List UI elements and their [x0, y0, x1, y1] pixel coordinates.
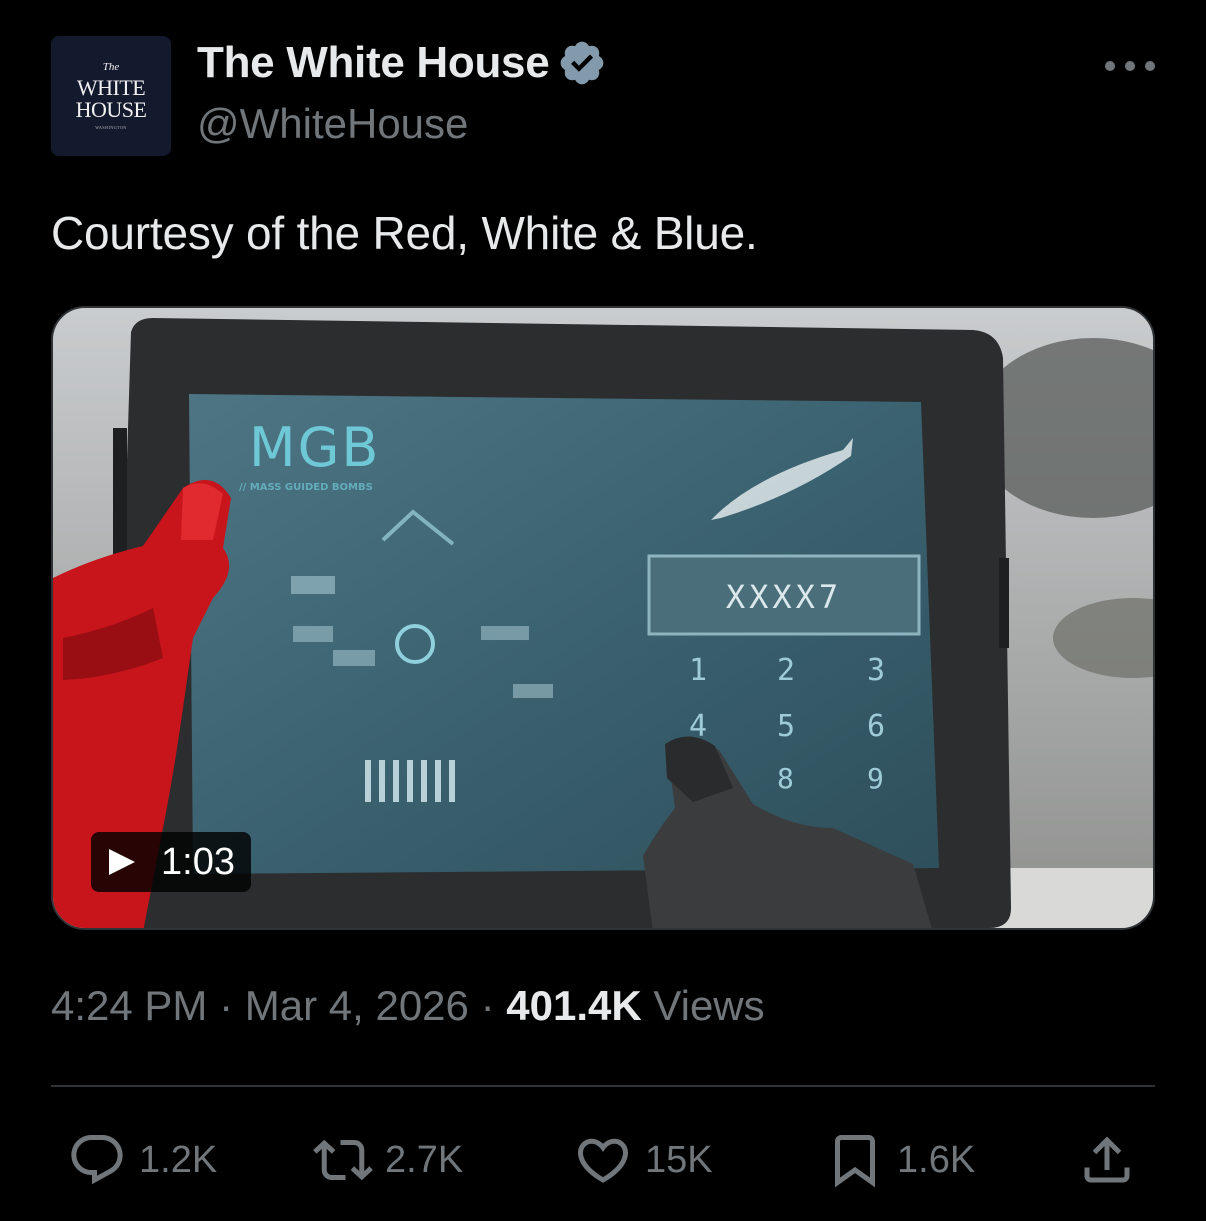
like-count: 15K	[645, 1138, 713, 1181]
screen-subtitle: // MASS GUIDED BOMBS	[239, 482, 373, 493]
verified-badge-icon[interactable]	[557, 38, 607, 88]
name-row: The White House	[197, 38, 607, 88]
reply-count: 1.2K	[139, 1138, 218, 1181]
more-options-icon[interactable]	[1105, 54, 1155, 78]
reply-icon	[71, 1135, 123, 1185]
tweet-date[interactable]: Mar 4, 2026	[245, 982, 469, 1029]
avatar-text-small: The	[102, 60, 120, 73]
avatar-text-line1: WHITE	[76, 74, 146, 100]
repost-icon	[313, 1139, 373, 1181]
code-display: XXXX7	[726, 578, 842, 616]
play-icon[interactable]	[109, 849, 135, 875]
avatar-text-tiny: WASHINGTON	[95, 124, 127, 130]
screen-title: MGB	[249, 416, 380, 479]
tweet-text: Courtesy of the Red, White & Blue.	[51, 207, 758, 259]
divider	[51, 1085, 1155, 1087]
bookmark-icon	[835, 1135, 875, 1188]
keypad-key: 1	[689, 653, 707, 688]
avatar[interactable]: The WHITE HOUSE WASHINGTON	[51, 36, 171, 156]
keypad-key: 3	[867, 653, 885, 688]
tweet-meta: 4:24 PM · Mar 4, 2026 · 401.4K Views	[51, 982, 765, 1030]
display-name[interactable]: The White House	[197, 38, 550, 88]
like-button[interactable]: 15K	[573, 1120, 713, 1200]
repost-button[interactable]: 2.7K	[313, 1120, 463, 1200]
tweet-header: The WHITE HOUSE WASHINGTON The White Hou…	[51, 36, 1155, 156]
share-icon	[1084, 1136, 1130, 1183]
views-count[interactable]: 401.4K	[506, 982, 641, 1029]
keypad-key: 6	[867, 709, 885, 744]
views-label: Views	[653, 982, 765, 1029]
share-button[interactable]	[1077, 1120, 1137, 1200]
keypad-key: 8	[777, 762, 794, 795]
keypad-key: 9	[867, 762, 884, 795]
tweet-time[interactable]: 4:24 PM	[51, 982, 207, 1029]
keypad-key: 5	[777, 709, 795, 744]
bookmark-button[interactable]: 1.6K	[825, 1120, 975, 1200]
handle[interactable]: @WhiteHouse	[197, 100, 468, 148]
keypad-key: 2	[777, 653, 795, 688]
reply-button[interactable]: 1.2K	[67, 1120, 217, 1200]
video-duration: 1:03	[161, 840, 235, 883]
heart-icon	[577, 1138, 629, 1183]
meta-separator: ·	[480, 982, 495, 1029]
meta-separator: ·	[219, 982, 234, 1029]
bookmark-count: 1.6K	[897, 1138, 976, 1181]
video-duration-badge[interactable]: 1:03	[91, 832, 251, 892]
avatar-text-line2: HOUSE	[75, 96, 147, 122]
repost-count: 2.7K	[385, 1138, 464, 1181]
video-player[interactable]: MGB // MASS GUIDED BOMBS XXXX7 1 2 3 4 5…	[51, 306, 1155, 930]
action-bar: 1.2K 2.7K 15K 1.6K	[51, 1120, 1155, 1200]
